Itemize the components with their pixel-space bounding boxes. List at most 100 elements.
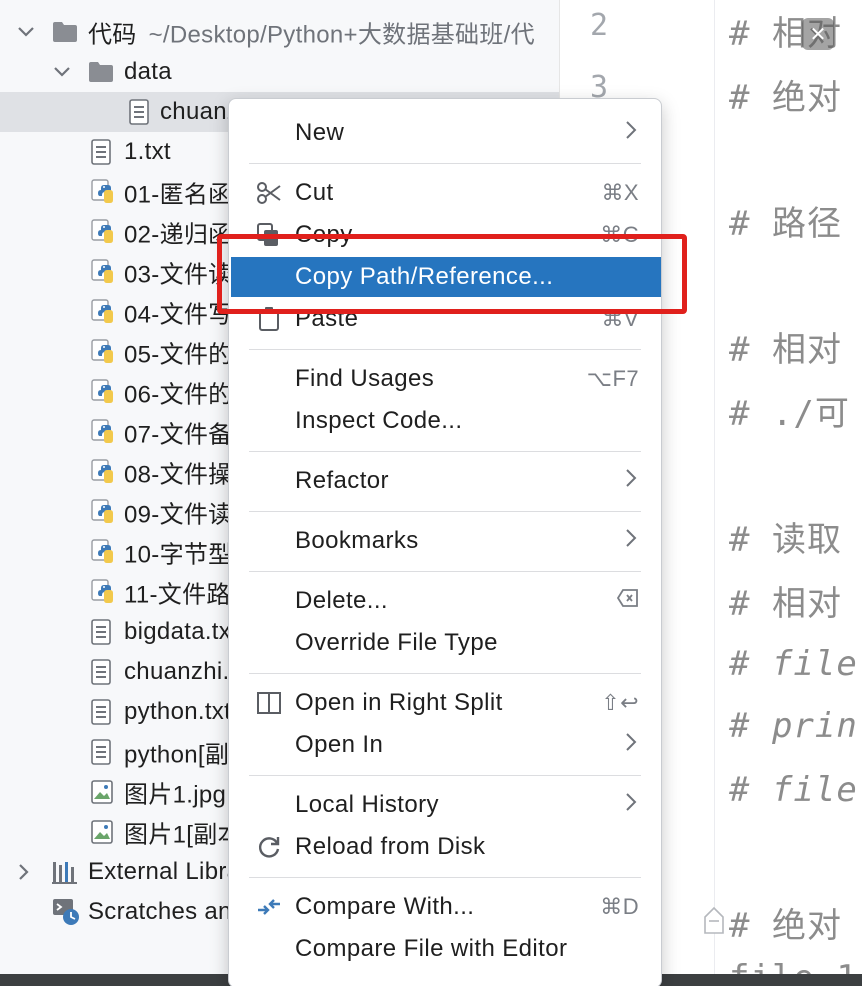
code-line: # 路径 xyxy=(729,204,842,244)
menu-separator xyxy=(249,511,641,512)
root-path-hint: ~/Desktop/Python+大数据基础班/代 xyxy=(148,21,535,49)
menu-separator xyxy=(249,877,641,878)
menu-item-shortcut: ⌘D xyxy=(600,894,639,919)
menu-item-label: Reload from Disk xyxy=(295,833,486,860)
menu-separator xyxy=(249,451,641,452)
compare-icon xyxy=(255,893,283,921)
close-icon[interactable]: ✕ xyxy=(802,18,834,50)
root-folder-label: 代码 ~/Desktop/Python+大数据基础班/代 xyxy=(88,21,535,49)
menu-item-label: New xyxy=(295,119,345,146)
image-file-icon xyxy=(90,819,116,845)
menu-item-bookmarks[interactable]: Bookmarks xyxy=(231,521,661,561)
python-file-icon xyxy=(90,179,116,205)
fold-marker-icon[interactable] xyxy=(703,905,725,935)
python-file-icon xyxy=(90,259,116,285)
chevron-right-icon xyxy=(625,528,637,554)
chevron-right-icon xyxy=(625,792,637,818)
menu-item-inspect-code[interactable]: Inspect Code... xyxy=(231,401,661,441)
file-label: 图片1.jpg xyxy=(124,781,227,809)
menu-item-refactor[interactable]: Refactor xyxy=(231,461,661,501)
menu-item-local-history[interactable]: Local History xyxy=(231,785,661,825)
python-file-icon xyxy=(90,579,116,605)
file-label: bigdata.txt xyxy=(124,618,239,645)
text-file-icon xyxy=(90,739,116,765)
code-line: file_1 xyxy=(729,958,858,974)
menu-item-open-in-right-split[interactable]: Open in Right Split ⇧↩ xyxy=(231,683,661,723)
library-icon xyxy=(52,859,78,885)
menu-item-delete[interactable]: Delete... xyxy=(231,581,661,621)
menu-item-find-usages[interactable]: Find Usages ⌥F7 xyxy=(231,359,661,399)
menu-item-shortcut: ⌘X xyxy=(601,180,639,205)
split-icon xyxy=(255,689,283,717)
chevron-down-icon[interactable] xyxy=(52,62,72,82)
menu-separator xyxy=(249,349,641,350)
folder-icon xyxy=(52,21,78,47)
menu-separator xyxy=(249,775,641,776)
menu-item-label: Bookmarks xyxy=(295,527,419,554)
menu-item-label: Local History xyxy=(295,791,439,818)
delete-key-icon xyxy=(616,588,639,614)
chevron-right-icon xyxy=(625,732,637,758)
python-file-icon xyxy=(90,299,116,325)
python-file-icon xyxy=(90,539,116,565)
menu-item-shortcut: ⌥F7 xyxy=(586,366,639,391)
menu-item-new[interactable]: New xyxy=(231,113,661,153)
menu-separator xyxy=(249,673,641,674)
menu-item-label: Compare File with Editor xyxy=(295,935,568,962)
tree-row-root[interactable]: 代码 ~/Desktop/Python+大数据基础班/代 xyxy=(0,12,560,52)
text-file-icon xyxy=(90,619,116,645)
menu-item-label: Open in Right Split xyxy=(295,689,503,716)
code-line: # 相对 xyxy=(729,584,842,624)
scratches-icon xyxy=(52,898,79,925)
code-editor[interactable]: # 相对 # 绝对 # 路径 # 相对 # ./可 # 读取 # 相对 # file # pri… xyxy=(715,0,862,974)
python-file-icon xyxy=(90,339,116,365)
menu-separator xyxy=(249,571,641,572)
menu-item-label: Refactor xyxy=(295,467,389,494)
image-file-icon xyxy=(90,779,116,805)
menu-item-open-in[interactable]: Open In xyxy=(231,725,661,765)
text-file-icon xyxy=(128,99,154,125)
annotation-highlight-box xyxy=(217,234,687,314)
python-file-icon xyxy=(90,459,116,485)
python-file-icon xyxy=(90,219,116,245)
tree-row-data-folder[interactable]: data xyxy=(0,52,560,92)
python-file-icon xyxy=(90,379,116,405)
text-file-icon xyxy=(90,659,116,685)
chevron-down-icon[interactable] xyxy=(16,22,36,42)
menu-item-label: Override File Type xyxy=(295,629,498,656)
menu-item-compare-file-with-editor[interactable]: Compare File with Editor xyxy=(231,929,661,969)
python-file-icon xyxy=(90,419,116,445)
menu-item-label: Inspect Code... xyxy=(295,407,463,434)
code-line: # 相对 xyxy=(729,330,842,370)
line-number: 2 xyxy=(590,8,609,43)
menu-separator xyxy=(249,163,641,164)
menu-item-label: Compare With... xyxy=(295,893,475,920)
chevron-right-icon xyxy=(625,120,637,146)
context-menu: New Cut ⌘X Copy ⌘C Copy Path/Reference... Past… xyxy=(228,98,662,986)
code-line: # prin xyxy=(729,706,858,746)
text-file-icon xyxy=(90,139,116,165)
code-line: # 绝对 xyxy=(729,906,842,946)
python-file-icon xyxy=(90,499,116,525)
code-line: # file xyxy=(729,770,858,810)
folder-icon xyxy=(88,61,114,87)
menu-item-compare-with[interactable]: Compare With... ⌘D xyxy=(231,887,661,927)
reload-icon xyxy=(255,833,283,861)
code-line: # 读取 xyxy=(729,520,842,560)
text-file-icon xyxy=(90,699,116,725)
menu-item-label: Find Usages xyxy=(295,365,435,392)
menu-item-reload-from-disk[interactable]: Reload from Disk xyxy=(231,827,661,867)
chevron-right-icon[interactable] xyxy=(14,862,34,882)
file-label: python.txt xyxy=(124,698,232,725)
menu-item-shortcut: ⇧↩ xyxy=(601,690,639,715)
data-folder-label: data xyxy=(124,58,172,85)
code-line: # ./可 xyxy=(729,394,850,434)
scissors-icon xyxy=(255,179,283,207)
menu-item-label: Delete... xyxy=(295,587,388,614)
menu-item-override-file-type[interactable]: Override File Type xyxy=(231,623,661,663)
chevron-right-icon xyxy=(625,468,637,494)
file-label: 1.txt xyxy=(124,138,171,165)
menu-item-cut[interactable]: Cut ⌘X xyxy=(231,173,661,213)
menu-item-label: Open In xyxy=(295,731,384,758)
code-line: # 绝对 xyxy=(729,78,842,118)
